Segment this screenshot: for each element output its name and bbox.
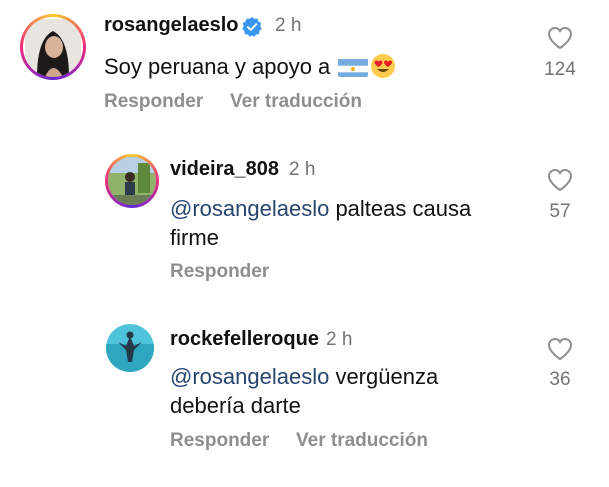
avatar-image [106, 324, 154, 372]
like-heart-icon[interactable] [547, 168, 573, 192]
like-heart-icon[interactable] [547, 337, 573, 361]
comments-page: rosangelaeslo 2 h Soy peruana y apoyo a … [0, 0, 609, 487]
like-count: 124 [544, 59, 576, 80]
comment-text: @rosangelaeslo palteas causa firme [170, 194, 530, 252]
username[interactable]: videira_808 [170, 158, 279, 181]
comment-item: rosangelaeslo 2 h Soy peruana y apoyo a … [0, 0, 609, 120]
comment-text: @rosangelaeslo vergüenza debería darte [170, 362, 530, 420]
verified-badge-icon [242, 16, 262, 37]
comment-item: videira_808 2 h @rosangelaeslo palteas c… [0, 140, 609, 290]
avatar[interactable] [108, 157, 156, 205]
heart-eyes-emoji-icon [370, 53, 396, 79]
argentina-flag-icon [338, 57, 369, 77]
like-count: 36 [549, 369, 571, 390]
comment-text: Soy peruana y apoyo a [104, 52, 396, 81]
like-heart-icon[interactable] [547, 26, 573, 50]
reply-button[interactable]: Responder [104, 91, 203, 113]
translate-button[interactable]: Ver traducción [296, 430, 428, 452]
timestamp: 2 h [275, 15, 302, 36]
like-count: 57 [549, 201, 571, 222]
mention-link[interactable]: @rosangelaeslo [170, 364, 329, 389]
comment-item: rockefelleroque 2 h @rosangelaeslo vergü… [0, 310, 609, 470]
avatar[interactable] [23, 17, 83, 77]
avatar-image [108, 157, 156, 205]
comment-text-line2: debería darte [170, 393, 301, 418]
comment-text-content: Soy peruana y apoyo a [104, 54, 337, 79]
avatar-image [25, 19, 81, 77]
timestamp: 2 h [326, 329, 353, 350]
username[interactable]: rosangelaeslo [104, 14, 239, 37]
reply-button[interactable]: Responder [170, 261, 269, 283]
avatar[interactable] [106, 324, 154, 372]
comment-text-line2: firme [170, 225, 219, 250]
translate-button[interactable]: Ver traducción [230, 91, 362, 113]
comment-text-line1: vergüenza [329, 364, 439, 389]
mention-link[interactable]: @rosangelaeslo [170, 196, 329, 221]
username[interactable]: rockefelleroque [170, 328, 319, 351]
reply-button[interactable]: Responder [170, 430, 269, 452]
comment-text-line1: palteas causa [329, 196, 472, 221]
timestamp: 2 h [289, 159, 316, 180]
